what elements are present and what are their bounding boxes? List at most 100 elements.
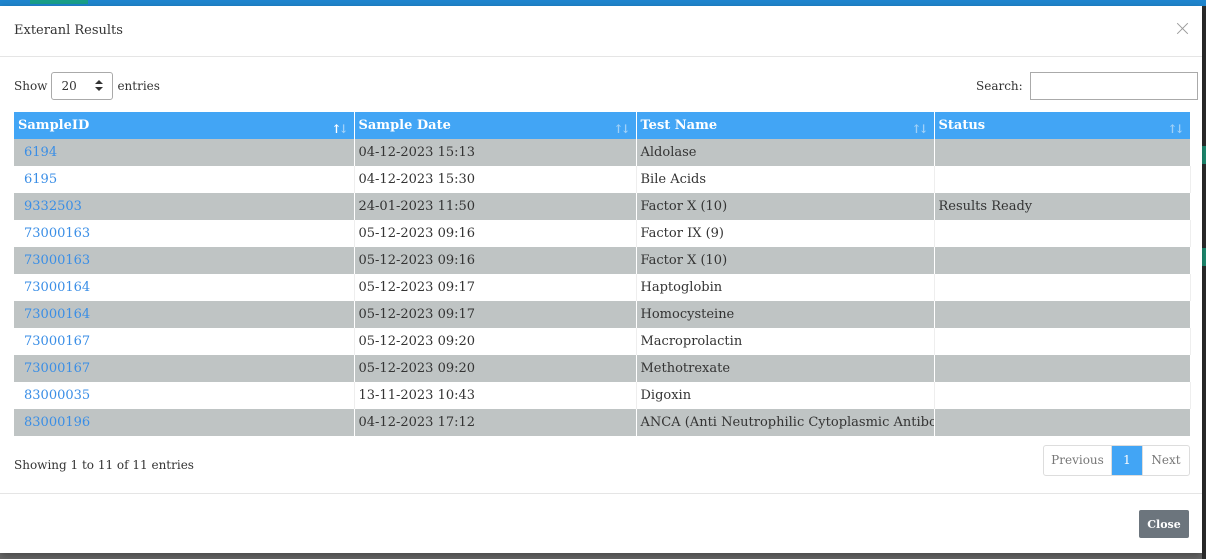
sample-id-cell: 6194 — [14, 139, 355, 166]
sample-id-link[interactable]: 83000196 — [24, 415, 90, 430]
status-cell — [934, 355, 1191, 382]
sample-id-cell: 73000167 — [14, 328, 355, 355]
close-button[interactable]: Close — [1139, 510, 1189, 538]
table-row: 83000196 04-12-2023 17:12 ANCA (Anti Neu… — [14, 409, 1191, 436]
entries-label: entries — [117, 79, 160, 93]
sample-date-cell: 04-12-2023 17:12 — [354, 409, 637, 436]
modal-footer: Close — [0, 493, 1202, 553]
table-header-row: SampleID ↑↓ Sample Date ↑↓ Test Name ↑↓ … — [14, 112, 1191, 139]
select-arrows-icon — [94, 79, 104, 93]
test-name-cell: Factor IX (9) — [636, 220, 935, 247]
sample-date-cell: 05-12-2023 09:16 — [354, 247, 637, 274]
status-cell — [934, 247, 1191, 274]
entries-per-page-value: 20 — [61, 79, 77, 93]
table-row: 73000163 05-12-2023 09:16 Factor IX (9) — [14, 220, 1191, 247]
results-table: SampleID ↑↓ Sample Date ↑↓ Test Name ↑↓ … — [14, 112, 1191, 436]
column-header-test-name[interactable]: Test Name ↑↓ — [636, 112, 935, 139]
column-header-label: Test Name — [640, 118, 718, 133]
test-name-cell: Homocysteine — [636, 301, 935, 328]
sample-id-link[interactable]: 73000164 — [24, 307, 90, 322]
pagination-previous[interactable]: Previous — [1044, 446, 1112, 475]
sample-date-cell: 04-12-2023 15:30 — [354, 166, 637, 193]
backdrop-edge-mark — [1202, 146, 1206, 164]
backdrop-edge — [1202, 6, 1206, 559]
sample-id-link[interactable]: 73000167 — [24, 361, 90, 376]
table-row: 73000167 05-12-2023 09:20 Macroprolactin — [14, 328, 1191, 355]
close-icon[interactable] — [1174, 20, 1192, 38]
sample-id-link[interactable]: 73000167 — [24, 334, 90, 349]
status-cell: Results Ready — [934, 193, 1191, 220]
sample-id-link[interactable]: 6195 — [24, 172, 57, 187]
column-header-sample-date[interactable]: Sample Date ↑↓ — [354, 112, 637, 139]
sample-date-cell: 05-12-2023 09:16 — [354, 220, 637, 247]
sample-date-cell: 05-12-2023 09:20 — [354, 328, 637, 355]
sample-id-link[interactable]: 73000163 — [24, 226, 90, 241]
status-cell — [934, 409, 1191, 436]
sample-id-cell: 73000164 — [14, 274, 355, 301]
pagination-next[interactable]: Next — [1142, 446, 1189, 475]
sample-id-link[interactable]: 73000164 — [24, 280, 90, 295]
sample-date-cell: 05-12-2023 09:17 — [354, 274, 637, 301]
sample-id-cell: 73000163 — [14, 220, 355, 247]
column-header-label: Sample Date — [358, 118, 451, 133]
sample-id-link[interactable]: 73000163 — [24, 253, 90, 268]
status-cell — [934, 382, 1191, 409]
column-header-label: SampleID — [18, 118, 90, 133]
status-cell — [934, 220, 1191, 247]
table-row: 73000163 05-12-2023 09:16 Factor X (10) — [14, 247, 1191, 274]
test-name-cell: ANCA (Anti Neutrophilic Cytoplasmic Anti… — [636, 409, 935, 436]
sample-id-cell: 73000163 — [14, 247, 355, 274]
sample-id-link[interactable]: 9332503 — [24, 199, 82, 214]
pagination-page-1[interactable]: 1 — [1112, 446, 1142, 475]
sort-arrows-icon: ↑↓ — [911, 122, 928, 136]
sample-id-link[interactable]: 83000035 — [24, 388, 90, 403]
sample-date-cell: 05-12-2023 09:20 — [354, 355, 637, 382]
status-cell — [934, 139, 1191, 166]
table-info: Showing 1 to 11 of 11 entries — [14, 458, 194, 472]
test-name-cell: Aldolase — [636, 139, 935, 166]
backdrop-edge-mark — [1202, 248, 1206, 266]
entries-length-control: Show 20 entries — [14, 72, 160, 100]
test-name-cell: Factor X (10) — [636, 247, 935, 274]
status-cell — [934, 166, 1191, 193]
sample-id-cell: 83000196 — [14, 409, 355, 436]
entries-per-page-select[interactable]: 20 — [51, 72, 114, 100]
sample-id-cell: 83000035 — [14, 382, 355, 409]
sample-date-cell: 05-12-2023 09:17 — [354, 301, 637, 328]
table-row: 6195 04-12-2023 15:30 Bile Acids — [14, 166, 1191, 193]
column-header-label: Status — [938, 118, 986, 133]
sample-date-cell: 13-11-2023 10:43 — [354, 382, 637, 409]
column-header-sampleid[interactable]: SampleID ↑↓ — [14, 112, 355, 139]
table-row: 73000167 05-12-2023 09:20 Methotrexate — [14, 355, 1191, 382]
sample-date-cell: 04-12-2023 15:13 — [354, 139, 637, 166]
modal-header: Exteranl Results — [0, 6, 1202, 57]
search-control: Search: — [976, 72, 1198, 100]
sort-arrows-icon: ↑↓ — [613, 122, 630, 136]
test-name-cell: Methotrexate — [636, 355, 935, 382]
sample-id-cell: 73000167 — [14, 355, 355, 382]
search-label: Search: — [976, 79, 1023, 93]
column-header-status[interactable]: Status ↑↓ — [934, 112, 1191, 139]
table-row: 73000164 05-12-2023 09:17 Haptoglobin — [14, 274, 1191, 301]
pagination: Previous 1 Next — [1043, 445, 1190, 476]
sample-id-cell: 9332503 — [14, 193, 355, 220]
show-label: Show — [14, 79, 48, 93]
status-cell — [934, 328, 1191, 355]
sample-id-cell: 73000164 — [14, 301, 355, 328]
test-name-cell: Macroprolactin — [636, 328, 935, 355]
sample-id-cell: 6195 — [14, 166, 355, 193]
status-cell — [934, 301, 1191, 328]
test-name-cell: Haptoglobin — [636, 274, 935, 301]
test-name-cell: Factor X (10) — [636, 193, 935, 220]
app-top-bar-accent — [30, 0, 88, 4]
sample-date-cell: 24-01-2023 11:50 — [354, 193, 637, 220]
external-results-modal: Exteranl Results Show 20 entries Search:… — [0, 6, 1202, 553]
sample-id-link[interactable]: 6194 — [24, 145, 57, 160]
modal-title: Exteranl Results — [14, 23, 123, 38]
table-row: 83000035 13-11-2023 10:43 Digoxin — [14, 382, 1191, 409]
search-input[interactable] — [1029, 72, 1198, 100]
status-cell — [934, 274, 1191, 301]
sort-arrows-icon: ↑↓ — [1167, 122, 1184, 136]
table-row: 6194 04-12-2023 15:13 Aldolase — [14, 139, 1191, 166]
table-row: 9332503 24-01-2023 11:50 Factor X (10) R… — [14, 193, 1191, 220]
